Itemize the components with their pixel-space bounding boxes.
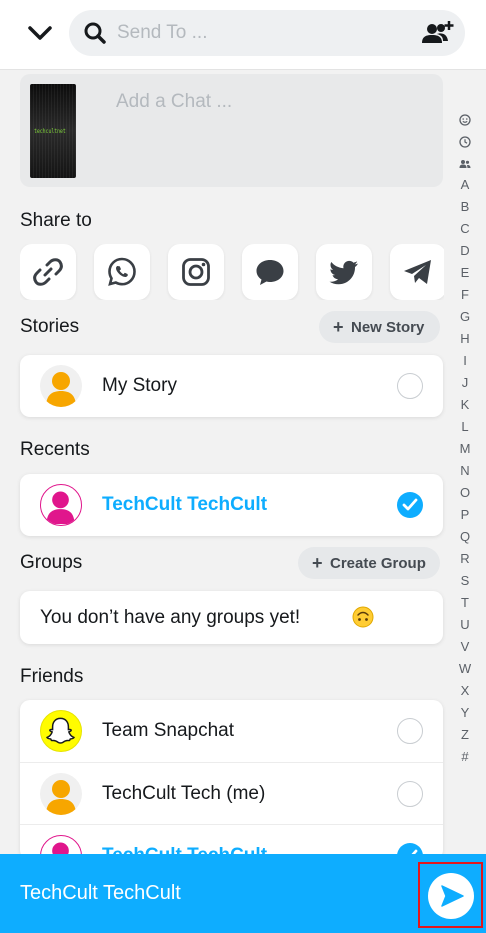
index-letter[interactable]: G — [452, 306, 478, 328]
add-friend-icon[interactable] — [419, 19, 455, 47]
index-letter[interactable]: E — [452, 262, 478, 284]
upside-down-face-icon — [352, 606, 374, 628]
bitmoji-silhouette-icon — [46, 491, 75, 524]
share-twitter-button[interactable] — [316, 244, 372, 300]
select-checkbox[interactable] — [397, 718, 423, 744]
index-letter[interactable]: Y — [452, 702, 478, 724]
index-letter[interactable]: Z — [452, 724, 478, 746]
list-item[interactable]: TechCult TechCult — [20, 474, 443, 536]
avatar — [40, 773, 82, 815]
telegram-icon — [404, 260, 431, 284]
index-group-icon[interactable] — [452, 152, 478, 174]
bitmoji-silhouette-icon — [46, 372, 76, 407]
send-button[interactable] — [428, 873, 474, 919]
story-name: My Story — [102, 375, 177, 396]
new-story-button[interactable]: + New Story — [319, 311, 440, 343]
index-letter[interactable]: Q — [452, 526, 478, 548]
search-bar — [69, 10, 465, 56]
friends-card: Team Snapchat TechCult Tech (me) TechCul… — [20, 700, 443, 860]
snapchat-ghost-icon — [46, 717, 75, 744]
recent-name: TechCult TechCult — [102, 494, 268, 515]
search-icon — [84, 22, 106, 44]
index-letter[interactable]: R — [452, 548, 478, 570]
list-item[interactable]: TechCult Tech (me) — [20, 762, 443, 824]
avatar — [40, 365, 82, 407]
friend-name: TechCult Tech (me) — [102, 783, 266, 804]
index-letter[interactable]: X — [452, 680, 478, 702]
add-chat-input[interactable] — [116, 88, 416, 116]
share-link-button[interactable] — [20, 244, 76, 300]
index-letter[interactable]: V — [452, 636, 478, 658]
share-whatsapp-button[interactable] — [94, 244, 150, 300]
select-checkbox[interactable] — [397, 373, 423, 399]
checkmark-icon — [402, 498, 418, 511]
select-checkbox[interactable] — [397, 492, 423, 518]
friend-name: Team Snapchat — [102, 720, 235, 741]
index-letter[interactable]: P — [452, 504, 478, 526]
share-to-title: Share to — [20, 210, 92, 231]
twitter-icon — [329, 260, 358, 285]
index-letter[interactable]: A — [452, 174, 478, 196]
index-letter[interactable]: H — [452, 328, 478, 350]
new-story-label: New Story — [351, 319, 425, 336]
avatar — [40, 484, 82, 526]
recents-card: TechCult TechCult — [20, 474, 443, 536]
index-letter[interactable]: W — [452, 658, 478, 680]
index-letter[interactable]: J — [452, 372, 478, 394]
index-letter[interactable]: U — [452, 614, 478, 636]
send-arrow-icon — [441, 885, 464, 907]
share-instagram-button[interactable] — [168, 244, 224, 300]
index-letter[interactable]: B — [452, 196, 478, 218]
thumbnail-logo-text: techcultnet — [34, 128, 66, 135]
index-letter[interactable]: S — [452, 570, 478, 592]
index-letter[interactable]: I — [452, 350, 478, 372]
index-letter[interactable]: L — [452, 416, 478, 438]
index-letter[interactable]: F — [452, 284, 478, 306]
recents-title: Recents — [20, 439, 90, 460]
create-group-label: Create Group — [330, 555, 426, 572]
bitmoji-silhouette-icon — [46, 780, 76, 815]
share-telegram-button[interactable] — [390, 244, 444, 300]
share-messages-button[interactable] — [242, 244, 298, 300]
index-letter[interactable]: D — [452, 240, 478, 262]
index-letter[interactable]: O — [452, 482, 478, 504]
index-letter[interactable]: # — [452, 746, 478, 768]
search-input[interactable] — [117, 18, 407, 48]
select-checkbox[interactable] — [397, 781, 423, 807]
stories-card: My Story — [20, 355, 443, 417]
top-bar — [0, 0, 486, 70]
groups-title: Groups — [20, 552, 83, 573]
index-clock-icon[interactable] — [452, 130, 478, 152]
groups-empty-card: You don’t have any groups yet! — [20, 591, 443, 644]
list-item[interactable]: Team Snapchat — [20, 700, 443, 762]
plus-icon: + — [312, 553, 323, 573]
instagram-icon — [182, 258, 210, 286]
plus-icon: + — [333, 317, 344, 337]
index-letter[interactable]: T — [452, 592, 478, 614]
list-item[interactable]: My Story — [20, 355, 443, 417]
groups-empty-text: You don’t have any groups yet! — [40, 607, 301, 628]
messages-icon — [256, 260, 284, 285]
selected-recipients: TechCult TechCult — [20, 882, 181, 904]
send-button-highlight — [418, 862, 483, 928]
send-bar: TechCult TechCult — [0, 854, 486, 933]
stories-title: Stories — [20, 316, 80, 337]
snap-thumbnail[interactable]: techcultnet — [30, 84, 76, 178]
index-letter[interactable]: N — [452, 460, 478, 482]
index-letter[interactable]: M — [452, 438, 478, 460]
avatar — [40, 710, 82, 752]
index-letter[interactable]: K — [452, 394, 478, 416]
create-group-button[interactable]: + Create Group — [298, 547, 440, 579]
friends-title: Friends — [20, 666, 84, 687]
link-icon — [33, 258, 63, 286]
chevron-down-icon[interactable] — [24, 18, 56, 46]
index-letter[interactable]: C — [452, 218, 478, 240]
index-smiley-icon[interactable] — [452, 108, 478, 130]
share-targets-row — [20, 244, 444, 300]
whatsapp-icon — [108, 257, 136, 286]
add-chat-card: techcultnet — [20, 74, 443, 187]
